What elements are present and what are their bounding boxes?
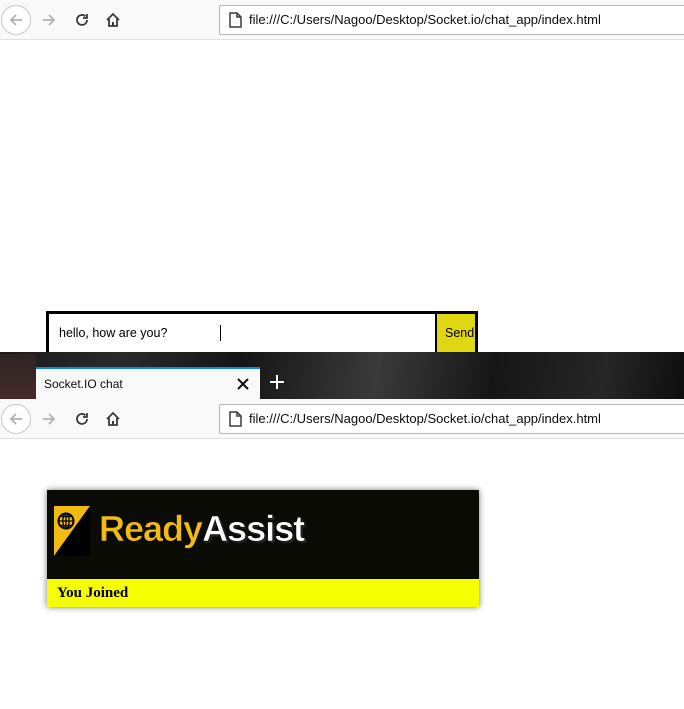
reload-icon <box>76 413 88 425</box>
top-browser-window: file:///C:/Users/Nagoo/Desktop/Socket.io… <box>0 0 684 352</box>
forward-button[interactable] <box>34 5 64 35</box>
chat-form: Send <box>46 311 478 352</box>
logo-ready-text: Ready <box>99 508 204 550</box>
logo-wordmark: ReadyAssist <box>99 508 306 550</box>
back-arrow-icon <box>9 14 22 26</box>
reload-button[interactable] <box>67 5 97 35</box>
home-icon <box>106 411 120 426</box>
forward-arrow-icon <box>43 413 56 425</box>
tab-strip: Socket.IO chat <box>0 352 684 399</box>
reload-button[interactable] <box>67 404 97 434</box>
tab-socket-io-chat[interactable]: Socket.IO chat <box>36 367 260 399</box>
home-button[interactable] <box>98 404 128 434</box>
status-message-bar: You Joined <box>47 579 479 607</box>
forward-arrow-icon <box>43 14 56 26</box>
chat-card: ReadyAssist You Joined <box>47 490 479 607</box>
forward-button[interactable] <box>34 404 64 434</box>
home-icon <box>106 12 120 27</box>
navigation-toolbar: file:///C:/Users/Nagoo/Desktop/Socket.io… <box>0 399 684 439</box>
back-arrow-icon <box>9 413 22 425</box>
home-button[interactable] <box>98 5 128 35</box>
status-message: You Joined <box>57 585 129 601</box>
send-button[interactable]: Send <box>437 314 475 352</box>
address-bar[interactable]: file:///C:/Users/Nagoo/Desktop/Socket.io… <box>219 404 684 434</box>
close-icon[interactable] <box>236 377 250 391</box>
logo-header: ReadyAssist <box>47 490 479 579</box>
page-icon <box>229 12 242 28</box>
page-icon <box>229 411 242 427</box>
message-input[interactable] <box>49 314 435 352</box>
reload-icon <box>76 14 88 26</box>
navigation-toolbar: file:///C:/Users/Nagoo/Desktop/Socket.io… <box>0 0 684 40</box>
url-text: file:///C:/Users/Nagoo/Desktop/Socket.io… <box>249 411 601 426</box>
plus-icon[interactable] <box>268 373 286 391</box>
tab-title: Socket.IO chat <box>44 377 123 391</box>
address-bar[interactable]: file:///C:/Users/Nagoo/Desktop/Socket.io… <box>219 5 684 35</box>
logo-assist-text: Assist <box>202 508 306 550</box>
url-text: file:///C:/Users/Nagoo/Desktop/Socket.io… <box>249 12 601 27</box>
bottom-browser-window: Socket.IO chat file:///C:/Users/Nagoo/De… <box>0 352 684 709</box>
background-tab[interactable] <box>0 354 36 399</box>
back-button[interactable] <box>1 5 31 35</box>
text-caret <box>220 325 221 341</box>
back-button[interactable] <box>1 404 31 434</box>
globe-icon <box>54 506 90 556</box>
